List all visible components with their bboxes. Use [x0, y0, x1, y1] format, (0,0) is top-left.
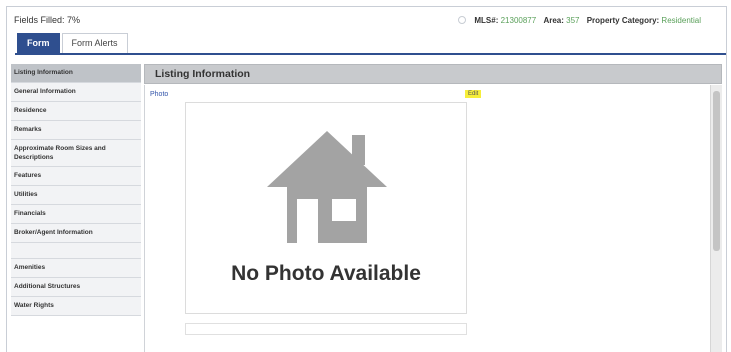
sidebar-item-broker-agent[interactable]: Broker/Agent Information: [11, 224, 141, 243]
tab-form-alerts[interactable]: Form Alerts: [61, 33, 128, 53]
edit-button[interactable]: Edit: [465, 90, 482, 98]
scrollbar-thumb[interactable]: [713, 91, 720, 251]
sidebar-item-features[interactable]: Features: [11, 167, 141, 186]
mls-label: MLS#:: [474, 16, 499, 25]
property-category-value: Residential: [661, 16, 701, 25]
sidebar-item-amenities[interactable]: Amenities: [11, 259, 141, 278]
form-header: Fields Filled: 7% MLS#: 21300877 Area: 3…: [7, 7, 726, 53]
sidebar-item-room-sizes[interactable]: Approximate Room Sizes and Descriptions: [11, 140, 141, 167]
listing-meta: MLS#: 21300877 Area: 357 Property Catego…: [458, 16, 706, 25]
sidebar-item-residence[interactable]: Residence: [11, 102, 141, 121]
photo-caption-field[interactable]: [185, 323, 467, 335]
main-panel: Listing Information Photo Edit No Photo …: [144, 64, 722, 352]
listing-form-window: Fields Filled: 7% MLS#: 21300877 Area: 3…: [6, 6, 727, 352]
tab-bar: Form Form Alerts: [17, 33, 130, 53]
photo-link[interactable]: Photo: [150, 91, 168, 98]
photo-placeholder[interactable]: No Photo Available: [185, 102, 467, 314]
fields-filled-status: Fields Filled: 7%: [14, 15, 81, 25]
sidebar-item-utilities[interactable]: Utilities: [11, 186, 141, 205]
listing-content: Photo Edit No Photo Available: [144, 85, 710, 352]
sidebar-item-remarks[interactable]: Remarks: [11, 121, 141, 140]
area-value: 357: [566, 16, 580, 25]
area-label: Area:: [543, 16, 564, 25]
sidebar-nav: Listing Information General Information …: [11, 64, 141, 352]
no-photo-text: No Photo Available: [231, 262, 421, 285]
section-title: Listing Information: [144, 64, 722, 84]
sidebar-spacer: [11, 243, 141, 259]
sidebar-item-water-rights[interactable]: Water Rights: [11, 297, 141, 316]
circle-icon: [458, 16, 467, 24]
sidebar-item-additional-structures[interactable]: Additional Structures: [11, 278, 141, 297]
tab-form[interactable]: Form: [17, 33, 60, 53]
mls-value: 21300877: [500, 16, 537, 25]
sidebar-item-listing-information[interactable]: Listing Information: [11, 64, 141, 83]
sidebar-item-financials[interactable]: Financials: [11, 205, 141, 224]
property-category-label: Property Category:: [586, 16, 660, 25]
house-icon: [267, 131, 387, 243]
sidebar-item-general-information[interactable]: General Information: [11, 83, 141, 102]
vertical-scrollbar[interactable]: [710, 85, 722, 352]
tab-underline: [15, 53, 726, 55]
